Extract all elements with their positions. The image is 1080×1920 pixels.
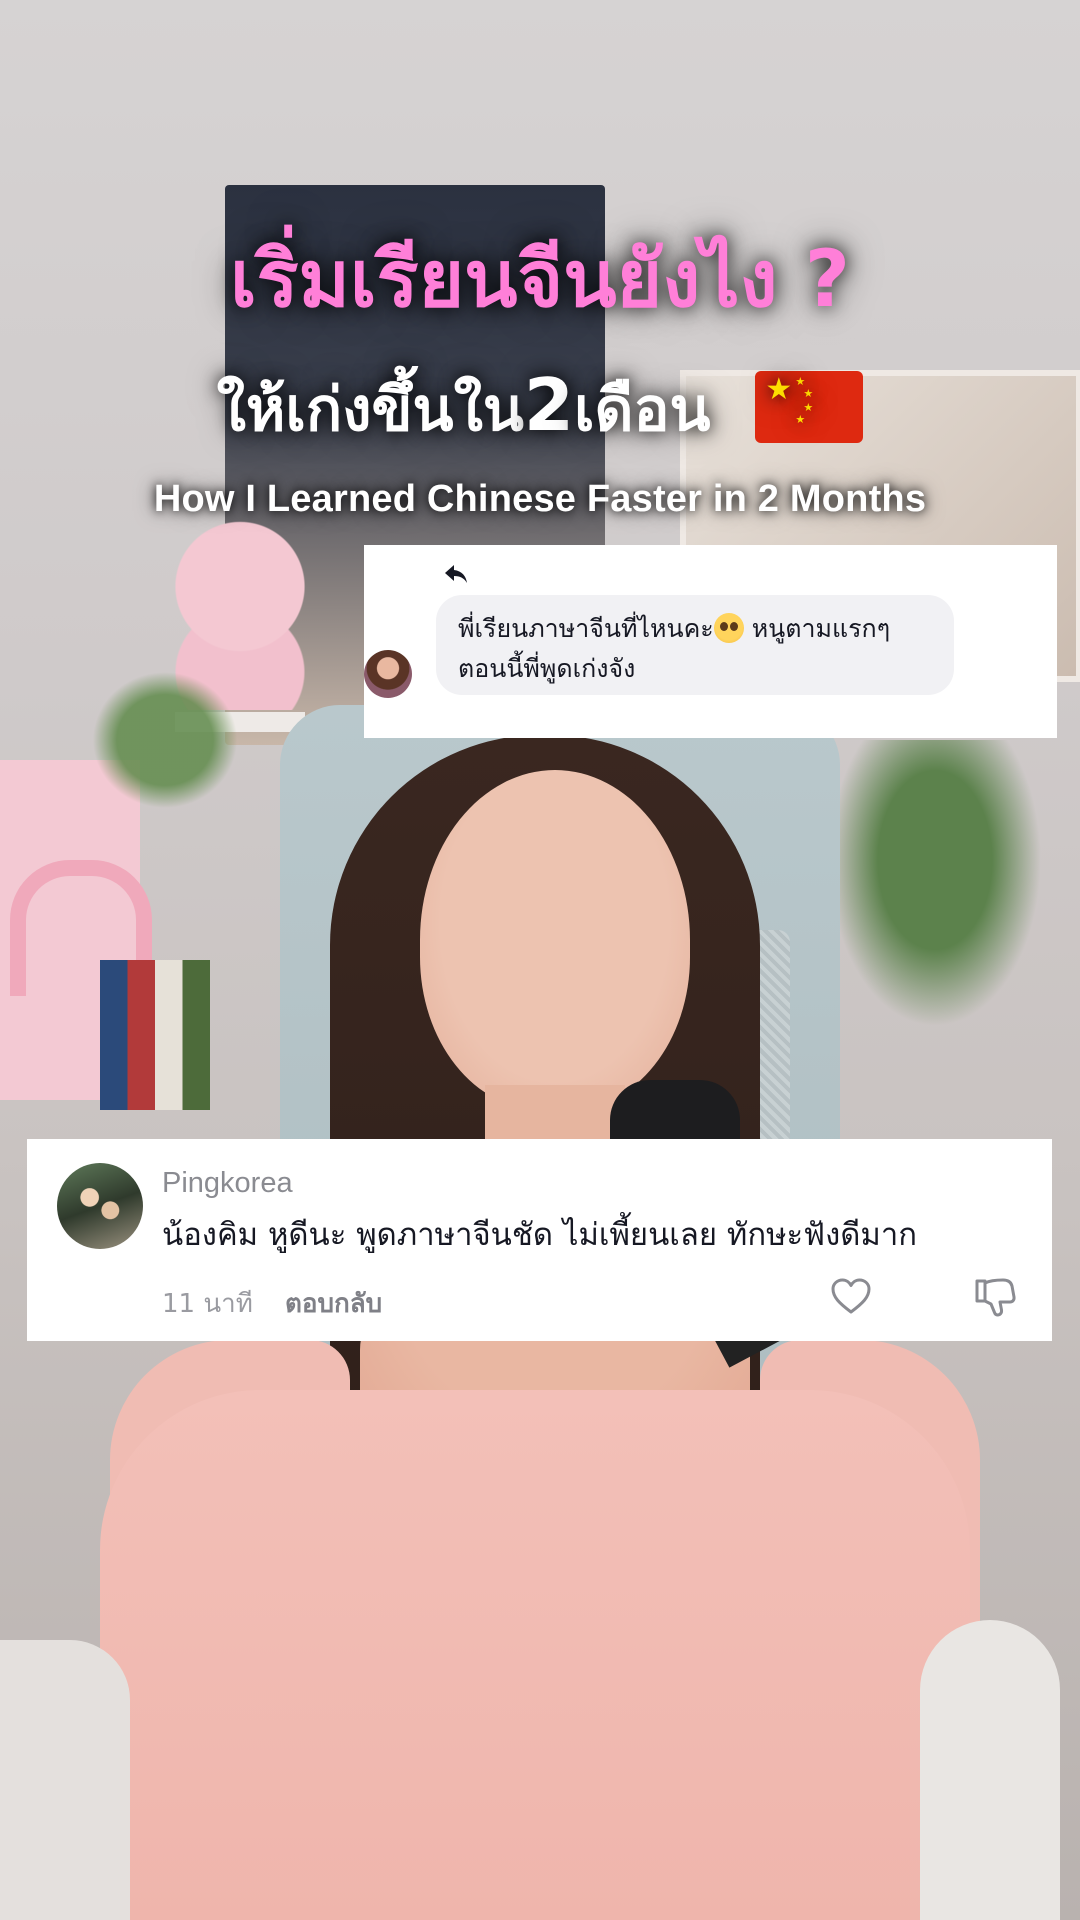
fern-plant-left bbox=[80, 660, 250, 820]
chair-armrest-left bbox=[0, 1640, 130, 1920]
comment-card[interactable]: Pingkorea น้องคิม หูดีนะ พูดภาษาจีนชัด ไ… bbox=[27, 1139, 1052, 1341]
reply-comment-text-line2: ตอนนี้พี่พูดเก่งจัง bbox=[458, 654, 636, 683]
reply-comment-text-part1: พี่เรียนภาษาจีนที่ไหนคะ bbox=[458, 614, 714, 643]
comment-text: น้องคิม หูดีนะ พูดภาษาจีนชัด ไม่เพี้ยนเล… bbox=[162, 1217, 918, 1253]
comment-username[interactable]: Pingkorea bbox=[162, 1167, 293, 1200]
fern-plant-right bbox=[820, 740, 1050, 1040]
video-subtitle-thai: ให้เก่งขึ้นใน2เดือน ★ ★ ★ ★ ★ bbox=[0, 362, 1080, 457]
pleading-face-emoji bbox=[713, 613, 744, 643]
commenter-avatar[interactable] bbox=[364, 650, 412, 698]
subtitle-text-after: เดือน bbox=[574, 375, 711, 445]
person-face bbox=[420, 770, 690, 1110]
comment-timestamp: 11 นาที bbox=[162, 1289, 253, 1319]
subtitle-number: 2 bbox=[523, 363, 574, 447]
heart-icon[interactable] bbox=[829, 1275, 873, 1319]
person-pink-top bbox=[100, 1390, 970, 1920]
subtitle-text-before: ให้เก่งขึ้นใน bbox=[216, 375, 524, 445]
video-title-english: How I Learned Chinese Faster in 2 Months bbox=[153, 478, 927, 520]
reply-button[interactable]: ตอบกลับ bbox=[285, 1283, 382, 1324]
thumbs-down-icon[interactable] bbox=[973, 1275, 1017, 1319]
reply-comment-bubble: พี่เรียนภาษาจีนที่ไหนคะ หนูตามแรกๆ ตอนนี… bbox=[436, 595, 954, 695]
avatar[interactable] bbox=[57, 1163, 143, 1249]
china-flag-icon: ★ ★ ★ ★ ★ bbox=[755, 371, 864, 444]
reply-arrow-icon bbox=[445, 565, 467, 583]
chair-armrest-right bbox=[920, 1620, 1060, 1920]
reply-to-comment-card[interactable]: พี่เรียนภาษาจีนที่ไหนคะ หนูตามแรกๆ ตอนนี… bbox=[364, 545, 1057, 738]
reply-comment-text-part2: หนูตามแรกๆ bbox=[743, 614, 891, 643]
books bbox=[100, 960, 210, 1110]
video-title-thai: เริ่มเรียนจีนยังไง ? bbox=[229, 235, 851, 325]
